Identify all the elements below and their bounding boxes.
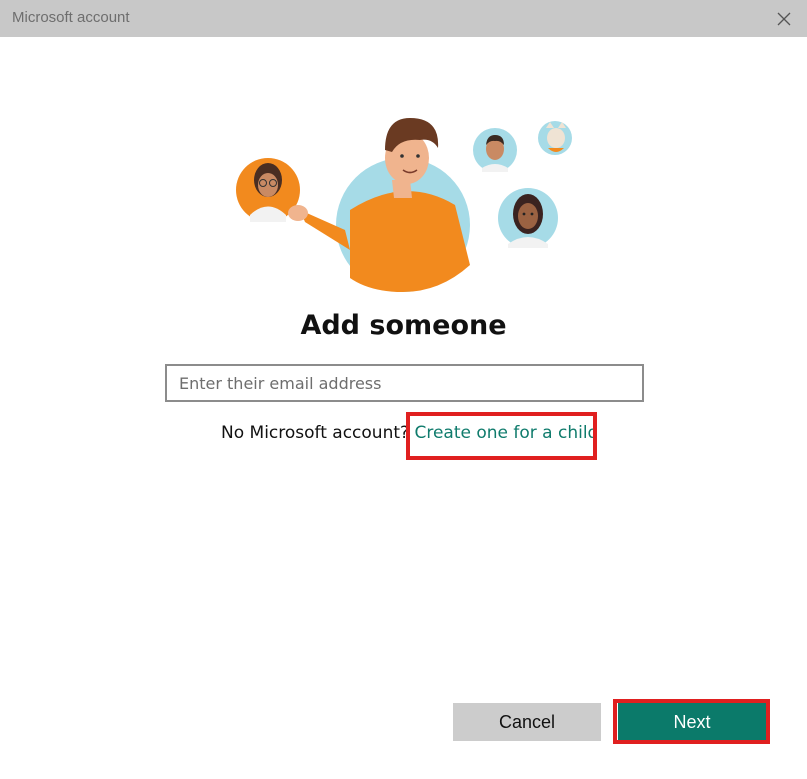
avatar-man-main [288,118,470,292]
close-button[interactable] [761,0,807,37]
family-illustration [236,118,572,292]
avatar-girl [498,188,558,248]
cancel-button[interactable]: Cancel [453,703,601,741]
no-account-text: No Microsoft account? [221,423,410,443]
avatar-pet [538,121,572,155]
cancel-button-label: Cancel [498,711,556,732]
email-input[interactable] [165,364,644,402]
page-title: Add someone [300,310,507,341]
window-title: Microsoft account [12,9,130,26]
no-account-row: No Microsoft account? Create one for a c… [221,423,598,445]
next-button[interactable]: Next [618,703,766,741]
create-child-account-link[interactable]: Create one for a child [414,423,598,443]
avatar-boy [473,128,517,172]
next-button-label: Next [673,711,711,732]
title-bar: Microsoft account [0,0,807,37]
close-icon [777,12,791,25]
